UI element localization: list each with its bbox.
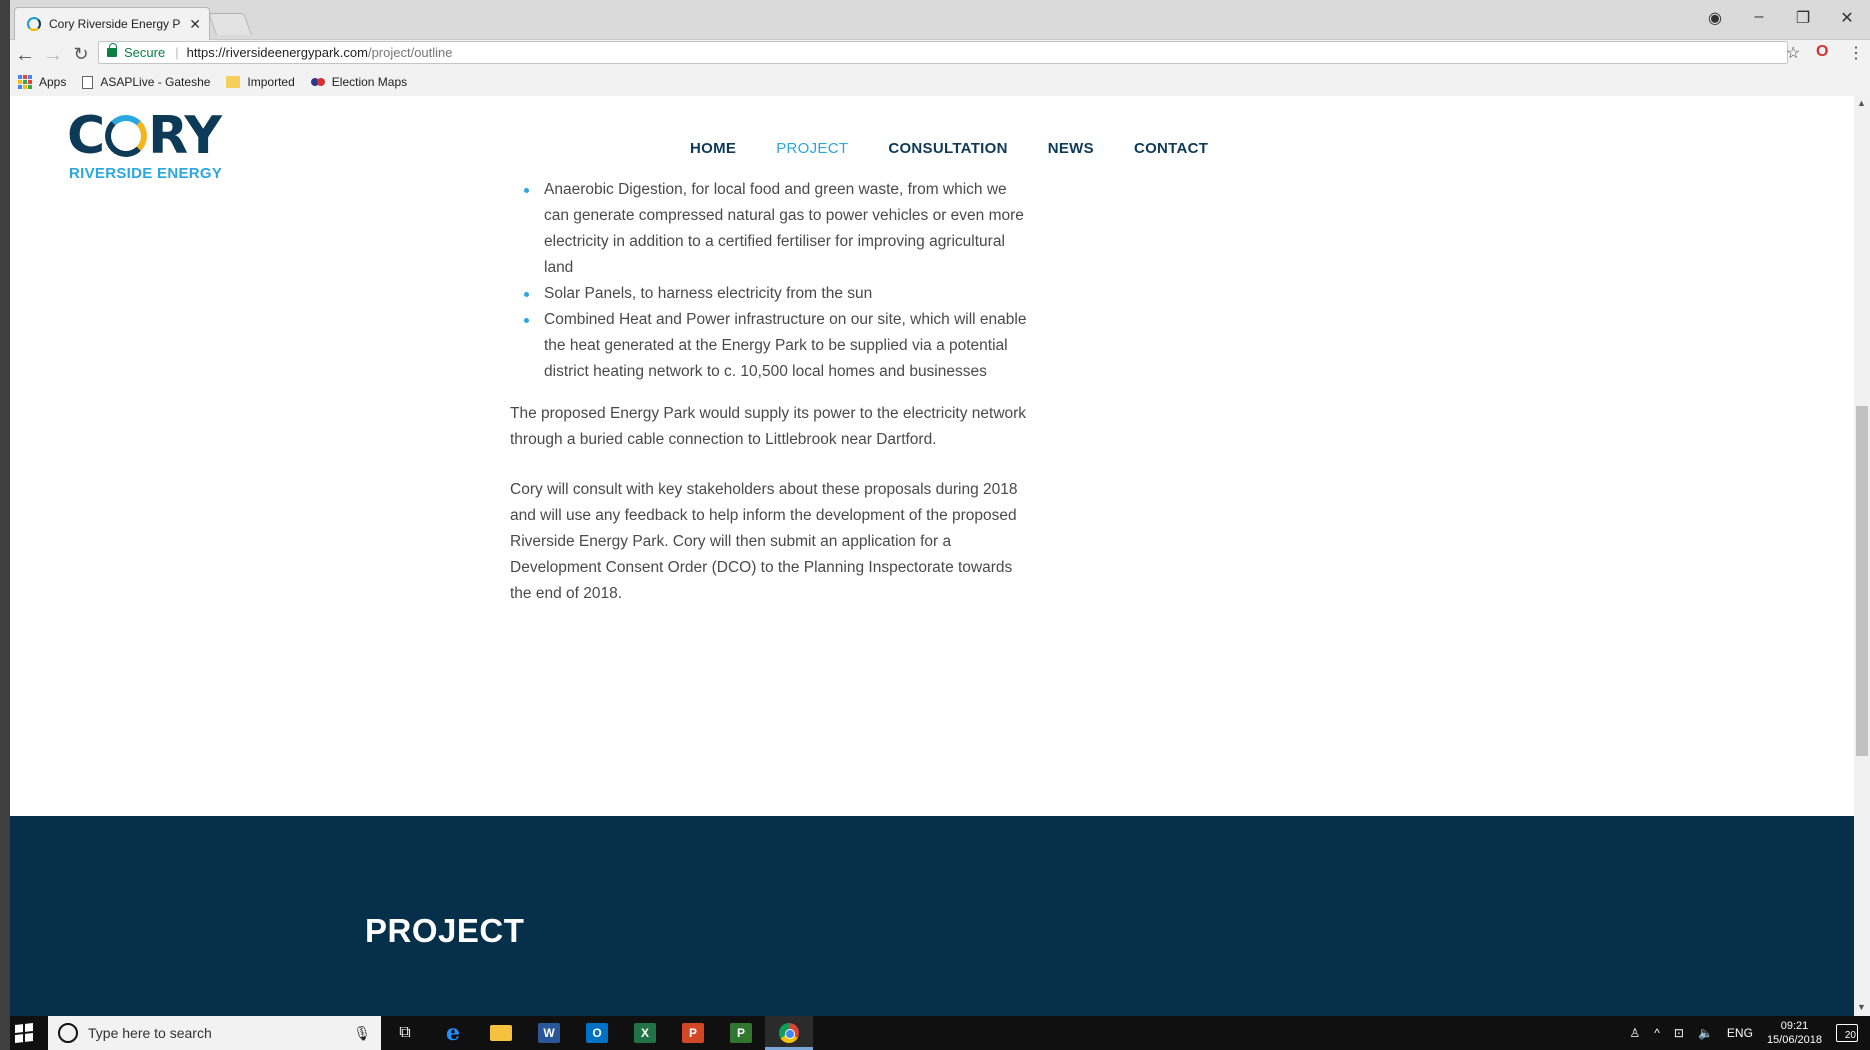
nav-home[interactable]: HOME — [690, 140, 736, 157]
task-view-icon: ⧉ — [399, 1024, 411, 1041]
list-item: Combined Heat and Power infrastructure o… — [524, 307, 1030, 385]
windows-taskbar: Type here to search 🎙 ⧉ e W O X P P ♙ ^ … — [0, 1016, 1870, 1050]
network-icon[interactable]: ⊡ — [1674, 1026, 1684, 1040]
language-indicator[interactable]: ENG — [1727, 1026, 1753, 1040]
powerpoint-icon: P — [682, 1023, 704, 1043]
taskbar-search[interactable]: Type here to search 🎙 — [48, 1016, 381, 1050]
tab-title: Cory Riverside Energy Par — [49, 17, 182, 31]
edge-icon: e — [446, 1020, 460, 1046]
bookmark-election-maps[interactable]: Election Maps — [310, 75, 408, 89]
page-icon — [82, 75, 94, 89]
browser-tab[interactable]: Cory Riverside Energy Par ✕ — [14, 7, 210, 40]
outlook-icon: O — [586, 1023, 608, 1043]
project-icon: P — [730, 1023, 752, 1043]
logo-subtitle: RIVERSIDE ENERGY — [69, 165, 223, 182]
folder-icon — [490, 1025, 512, 1041]
window-edge — [0, 0, 10, 1050]
nav-news[interactable]: NEWS — [1048, 140, 1094, 157]
profile-icon[interactable]: ◉ — [1700, 8, 1730, 28]
url-path: /project/outline — [367, 45, 453, 60]
reload-icon[interactable]: ↻ — [68, 44, 94, 65]
taskbar-project[interactable]: P — [717, 1016, 765, 1050]
new-tab-button[interactable] — [207, 13, 253, 35]
tab-close-icon[interactable]: ✕ — [189, 16, 201, 33]
clock[interactable]: 09:21 15/06/2018 — [1767, 1019, 1822, 1047]
notification-count: 20 — [1844, 1030, 1856, 1041]
nav-project[interactable]: PROJECT — [776, 140, 848, 157]
cory-logo[interactable]: C RY RIVERSIDE ENERGY — [67, 108, 222, 182]
bookmark-label: ASAPLive - Gateshe — [100, 75, 211, 89]
apps-grid-icon — [18, 75, 32, 89]
site-favicon-icon — [27, 17, 41, 31]
taskbar-word[interactable]: W — [525, 1016, 573, 1050]
word-icon: W — [538, 1023, 560, 1043]
footer-section: PROJECT — [10, 816, 1854, 1016]
cortana-icon — [58, 1023, 78, 1043]
task-view-button[interactable]: ⧉ — [381, 1016, 429, 1050]
bookmarks-bar: Apps ASAPLive - Gateshe Imported Electio… — [18, 70, 423, 94]
paragraph-power-supply: The proposed Energy Park would supply it… — [510, 405, 1027, 448]
page-scrollbar[interactable]: ▲ ▼ — [1854, 96, 1870, 1016]
url-separator: | — [175, 45, 179, 60]
nav-consultation[interactable]: CONSULTATION — [888, 140, 1007, 157]
scroll-up-icon[interactable]: ▲ — [1857, 98, 1866, 108]
logo-ring-icon — [105, 115, 148, 157]
article-content: Anaerobic Digestion, for local food and … — [510, 181, 1030, 607]
taskbar-edge[interactable]: e — [429, 1016, 477, 1050]
windows-logo-icon — [15, 1023, 33, 1043]
folder-icon — [226, 76, 241, 88]
web-page: C RY RIVERSIDE ENERGY HOME PROJECT CONSUL… — [10, 96, 1854, 1016]
chrome-icon — [779, 1023, 799, 1043]
clock-date: 15/06/2018 — [1766, 1034, 1822, 1046]
volume-icon[interactable]: 🔈 — [1698, 1026, 1713, 1040]
browser-tabbar: Cory Riverside Energy Par ✕ ◉ – ❐ ✕ — [0, 0, 1870, 40]
url-host: https://riversideenergypark.com — [186, 45, 368, 60]
taskbar-file-explorer[interactable] — [477, 1016, 525, 1050]
bookmark-label: Election Maps — [331, 75, 408, 89]
forward-icon[interactable]: → — [40, 44, 66, 67]
nav-contact[interactable]: CONTACT — [1134, 140, 1208, 157]
back-icon[interactable]: ← — [12, 44, 38, 67]
system-tray: ♙ ^ ⊡ 🔈 ENG 09:21 15/06/2018 20 — [1630, 1016, 1870, 1050]
bookmark-asaplive[interactable]: ASAPLive - Gateshe — [82, 75, 210, 89]
logo-letters-ry: RY — [148, 106, 222, 166]
list-item: Anaerobic Digestion, for local food and … — [524, 177, 1030, 281]
election-maps-icon — [310, 77, 325, 87]
taskbar-excel[interactable]: X — [621, 1016, 669, 1050]
logo-wordmark: C RY — [67, 108, 222, 164]
close-window-icon[interactable]: ✕ — [1832, 8, 1862, 28]
notification-center-icon[interactable]: 20 — [1836, 1024, 1858, 1042]
logo-letter-c: C — [67, 106, 105, 166]
menu-icon[interactable]: ⋮ — [1848, 43, 1864, 63]
taskbar-chrome[interactable] — [765, 1016, 813, 1050]
search-placeholder: Type here to search — [88, 1025, 212, 1041]
taskbar-powerpoint[interactable]: P — [669, 1016, 717, 1050]
bookmark-star-icon[interactable]: ☆ — [1786, 43, 1800, 63]
scrollbar-thumb[interactable] — [1856, 406, 1868, 756]
technology-list: Anaerobic Digestion, for local food and … — [510, 177, 1030, 385]
secure-label: Secure — [124, 45, 166, 60]
main-nav: HOME PROJECT CONSULTATION NEWS CONTACT — [690, 140, 1208, 157]
minimize-icon[interactable]: – — [1744, 8, 1774, 26]
excel-icon: X — [634, 1023, 656, 1043]
microphone-icon[interactable]: 🎙 — [353, 1025, 371, 1042]
clock-time: 09:21 — [1780, 1020, 1809, 1032]
address-bar[interactable]: Secure | https://riversideenergypark.com… — [98, 41, 1788, 64]
show-hidden-icons-icon[interactable]: ^ — [1654, 1026, 1660, 1040]
restore-icon[interactable]: ❐ — [1788, 8, 1818, 28]
taskbar-outlook[interactable]: O — [573, 1016, 621, 1050]
screen: Cory Riverside Energy Par ✕ ◉ – ❐ ✕ ← → … — [0, 0, 1870, 1050]
people-icon[interactable]: ♙ — [1630, 1026, 1641, 1040]
bookmark-imported[interactable]: Imported — [226, 75, 295, 89]
bookmark-label: Imported — [247, 75, 295, 89]
footer-title: PROJECT — [365, 912, 525, 949]
bookmark-label: Apps — [39, 75, 67, 89]
bookmark-apps[interactable]: Apps — [18, 75, 66, 89]
paragraph-consultation: Cory will consult with key stakeholders … — [510, 481, 1018, 602]
opera-extension-icon[interactable]: O — [1816, 43, 1828, 61]
list-item: Solar Panels, to harness electricity fro… — [524, 281, 1030, 307]
scroll-down-icon[interactable]: ▼ — [1857, 1002, 1866, 1012]
lock-icon — [107, 43, 117, 57]
